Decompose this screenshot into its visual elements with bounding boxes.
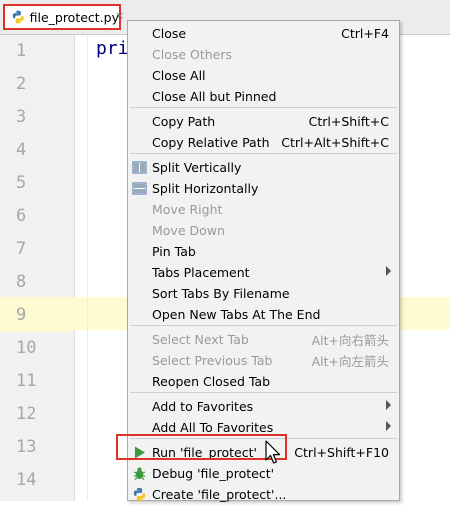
menu-item-close[interactable]: Close Ctrl+F4: [128, 23, 399, 44]
menu-item-debug-file-protect[interactable]: Debug 'file_protect': [128, 463, 399, 484]
submenu-arrow-icon: [386, 421, 391, 431]
menu-item-label: Close All: [152, 68, 206, 83]
tab-label: file_protect.py: [29, 9, 119, 25]
menu-item-pin-tab[interactable]: Pin Tab: [128, 241, 399, 262]
tab-file-protect[interactable]: file_protect.py: [3, 4, 121, 30]
menu-item-label: Close: [152, 26, 187, 41]
menu-item-label: Move Down: [152, 223, 225, 238]
line-number: 12: [16, 404, 37, 424]
menu-item-label: Close Others: [152, 47, 233, 62]
line-number: 8: [16, 272, 27, 292]
run-item-highlight-box: [116, 434, 287, 460]
menu-item-reopen-closed-tab[interactable]: Reopen Closed Tab: [128, 371, 399, 392]
menu-separator: [130, 325, 397, 326]
tab-context-menu: Close Ctrl+F4 Close Others Close All Close A…: [127, 20, 400, 502]
menu-item-label: Add to Favorites: [152, 399, 254, 414]
menu-item-label: Reopen Closed Tab: [152, 374, 271, 389]
menu-item-close-all-but-pinned[interactable]: Close All but Pinned: [128, 86, 399, 107]
menu-item-sort-tabs-by-filename[interactable]: Sort Tabs By Filename: [128, 283, 399, 304]
menu-item-add-to-favorites[interactable]: Add to Favorites: [128, 396, 399, 417]
menu-item-label: Create 'file_protect'...: [152, 487, 287, 502]
menu-item-label: Pin Tab: [152, 244, 196, 259]
python-icon: [132, 487, 147, 502]
menu-item-label: Select Next Tab: [152, 332, 249, 347]
menu-item-shortcut: Ctrl+Shift+C: [308, 114, 389, 129]
line-number: 10: [16, 338, 37, 358]
menu-item-split-horizontally[interactable]: Split Horizontally: [128, 178, 399, 199]
menu-item-label: Split Horizontally: [152, 181, 259, 196]
menu-item-shortcut: Alt+向右箭头: [311, 333, 389, 348]
menu-item-close-others: Close Others: [128, 44, 399, 65]
line-number: 4: [16, 140, 27, 160]
menu-item-select-previous-tab: Select Previous Tab Alt+向左箭头: [128, 350, 399, 371]
line-number: 11: [16, 371, 37, 391]
menu-item-label: Move Right: [152, 202, 223, 217]
menu-separator: [130, 107, 397, 108]
debug-icon: [132, 466, 147, 481]
menu-item-label: Close All but Pinned: [152, 89, 277, 104]
split-horizontal-icon: [132, 181, 147, 196]
menu-item-label: Sort Tabs By Filename: [152, 286, 290, 301]
menu-item-label: Copy Path: [152, 114, 216, 129]
menu-item-close-all[interactable]: Close All: [128, 65, 399, 86]
menu-item-label: Tabs Placement: [152, 265, 250, 280]
menu-item-move-right: Move Right: [128, 199, 399, 220]
python-file-icon: [12, 10, 24, 24]
line-number: 13: [16, 437, 37, 457]
menu-item-split-vertically[interactable]: Split Vertically: [128, 157, 399, 178]
menu-item-tabs-placement[interactable]: Tabs Placement: [128, 262, 399, 283]
menu-item-label: Select Previous Tab: [152, 353, 273, 368]
menu-item-open-new-tabs-at-the-end[interactable]: Open New Tabs At The End: [128, 304, 399, 325]
menu-item-label: Add All To Favorites: [152, 420, 274, 435]
line-number: 2: [16, 74, 27, 94]
line-number: 7: [16, 239, 27, 259]
menu-item-label: Split Vertically: [152, 160, 242, 175]
line-number: 5: [16, 173, 27, 193]
menu-item-select-next-tab: Select Next Tab Alt+向右箭头: [128, 329, 399, 350]
menu-item-label: Open New Tabs At The End: [152, 307, 321, 322]
line-number: 9: [0, 299, 74, 332]
gutter-divider: [87, 35, 88, 501]
menu-separator: [130, 392, 397, 393]
menu-item-shortcut: Ctrl+F4: [341, 26, 389, 41]
submenu-arrow-icon: [386, 266, 391, 276]
line-number: 6: [16, 206, 27, 226]
menu-item-copy-relative-path[interactable]: Copy Relative Path Ctrl+Alt+Shift+C: [128, 132, 399, 153]
line-number: 14: [16, 470, 37, 490]
menu-item-label: Debug 'file_protect': [152, 466, 275, 481]
menu-item-create-file-protect[interactable]: Create 'file_protect'...: [128, 484, 399, 505]
submenu-arrow-icon: [386, 400, 391, 410]
menu-item-copy-path[interactable]: Copy Path Ctrl+Shift+C: [128, 111, 399, 132]
menu-item-shortcut: Ctrl+Shift+F10: [294, 445, 389, 460]
line-number: 1: [16, 41, 27, 61]
mouse-cursor-icon: [265, 440, 281, 464]
tab-close-icon[interactable]: ×: [115, 9, 124, 22]
line-number: 3: [16, 107, 27, 127]
menu-item-shortcut: Alt+向左箭头: [311, 354, 389, 369]
menu-item-move-down: Move Down: [128, 220, 399, 241]
menu-item-shortcut: Ctrl+Alt+Shift+C: [281, 135, 389, 150]
menu-item-label: Copy Relative Path: [152, 135, 270, 150]
code-text[interactable]: pri: [96, 38, 129, 59]
split-vertical-icon: [132, 160, 147, 175]
menu-separator: [130, 153, 397, 154]
